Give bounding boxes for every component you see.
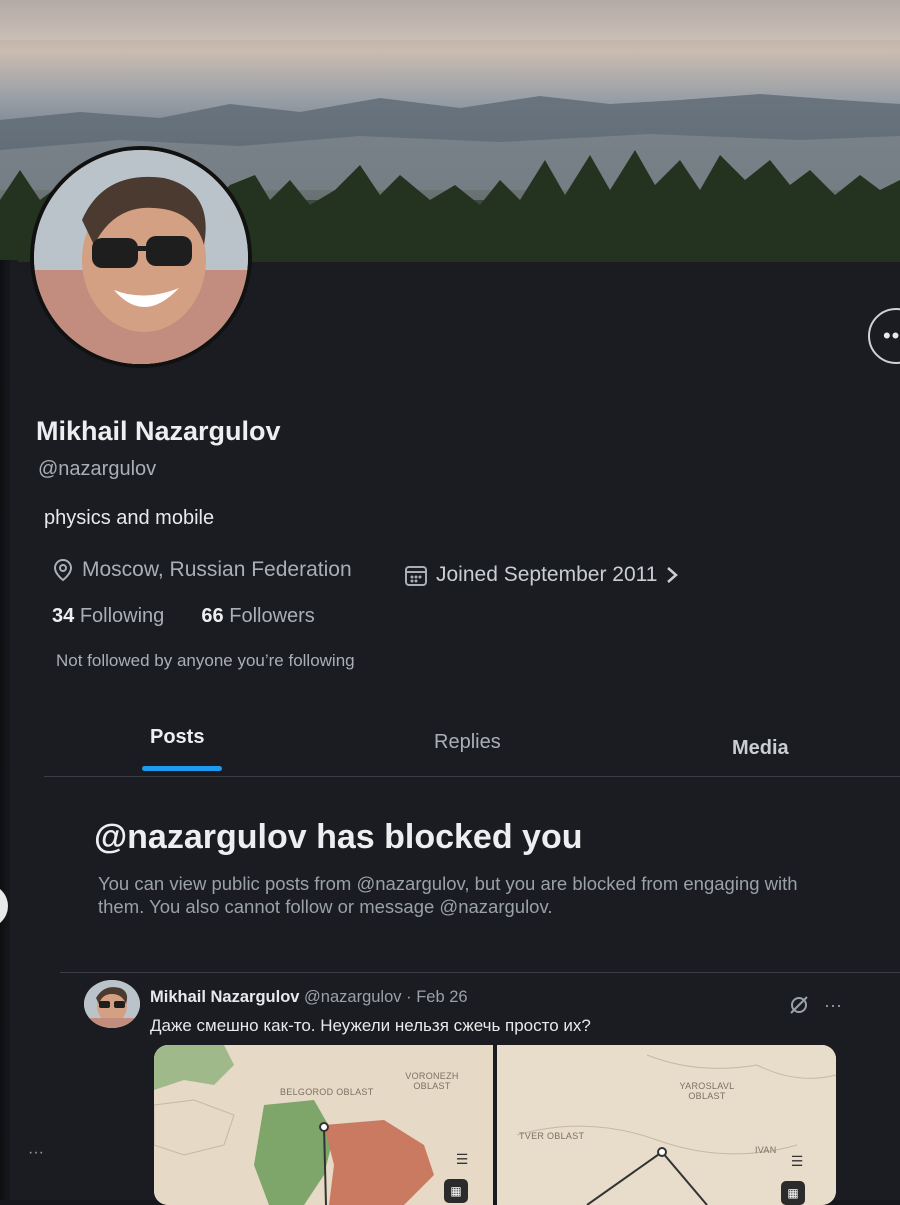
blocked-description: You can view public posts from @nazargul… — [98, 873, 798, 917]
more-horizontal-icon: ••• — [882, 323, 900, 348]
map-label-voronezh: VORONEZH OBLAST — [405, 1071, 459, 1091]
follow-counts: 34 Following 66 Followers — [52, 605, 315, 628]
tabs-divider — [44, 776, 900, 777]
profile-avatar[interactable] — [30, 146, 252, 368]
blocked-title: @nazargulov has blocked you — [94, 818, 583, 856]
map-expand-icon[interactable]: ▦ — [444, 1179, 468, 1203]
post-text: Даже смешно как-то. Неужели нельзя сжечь… — [150, 1016, 591, 1035]
map-label-yaroslavl: YAROSLAVL OBLAST — [679, 1081, 735, 1101]
map-image-1[interactable]: VORONEZH OBLAST BELGOROD OBLAST ☰ ▦ — [154, 1045, 493, 1205]
sidebar-more-icon[interactable]: ··· — [28, 1144, 44, 1162]
joined-text: Joined September 2011 — [436, 563, 658, 586]
map-settings-icon[interactable]: ☰ — [450, 1147, 474, 1171]
profile-location: Moscow, Russian Federation — [52, 558, 352, 582]
map-label-ivan: IVAN — [755, 1145, 777, 1155]
following-count: 34 — [52, 605, 75, 627]
post-date[interactable]: Feb 26 — [416, 988, 467, 1006]
post-avatar-photo — [84, 980, 140, 1028]
map-shapes-1 — [154, 1045, 493, 1205]
calendar-icon — [405, 566, 427, 586]
profile-bio: physics and mobile — [44, 507, 215, 529]
followers-count: 66 — [201, 605, 224, 627]
following-label: Following — [79, 605, 165, 627]
followers-link[interactable]: 66 Followers — [201, 605, 314, 627]
map-settings-icon-2[interactable]: ☰ — [785, 1149, 809, 1173]
map-label-belgorod: BELGOROD OBLAST — [280, 1087, 374, 1097]
location-text: Moscow, Russian Federation — [82, 558, 352, 581]
post-header: Mikhail Nazargulov @nazargulov · Feb 26 — [150, 988, 468, 1007]
grok-slash-icon[interactable] — [788, 994, 810, 1016]
post-actions: ··· — [788, 994, 842, 1016]
active-tab-indicator — [142, 766, 222, 771]
profile-handle: @nazargulov — [38, 458, 157, 480]
avatar-photo — [34, 150, 248, 364]
tab-media[interactable]: Media — [732, 737, 789, 760]
following-link[interactable]: 34 Following — [52, 605, 164, 627]
post-divider — [60, 972, 900, 973]
post-separator: · — [406, 988, 412, 1006]
map-image-2[interactable]: YAROSLAVL OBLAST TVER OBLAST IVAN ☰ ▦ — [497, 1045, 836, 1205]
post-author-avatar[interactable] — [84, 980, 140, 1028]
profile-joined[interactable]: Joined September 2011 — [404, 563, 679, 587]
tab-posts[interactable]: Posts — [150, 726, 204, 749]
followers-label: Followers — [229, 605, 315, 627]
map-expand-icon-2[interactable]: ▦ — [781, 1181, 805, 1205]
location-pin-icon — [53, 558, 73, 582]
profile-name: Mikhail Nazargulov — [36, 416, 281, 446]
map-label-tver: TVER OBLAST — [519, 1131, 585, 1141]
ellipsis-icon[interactable]: ··· — [824, 995, 842, 1016]
post-author-handle[interactable]: @nazargulov — [304, 988, 401, 1006]
post-media[interactable]: VORONEZH OBLAST BELGOROD OBLAST ☰ ▦ YARO… — [154, 1045, 836, 1205]
post-author-name[interactable]: Mikhail Nazargulov — [150, 988, 299, 1006]
tab-replies[interactable]: Replies — [434, 731, 501, 754]
mutual-followers-note: Not followed by anyone you’re following — [56, 651, 355, 670]
chevron-right-icon — [667, 567, 679, 583]
